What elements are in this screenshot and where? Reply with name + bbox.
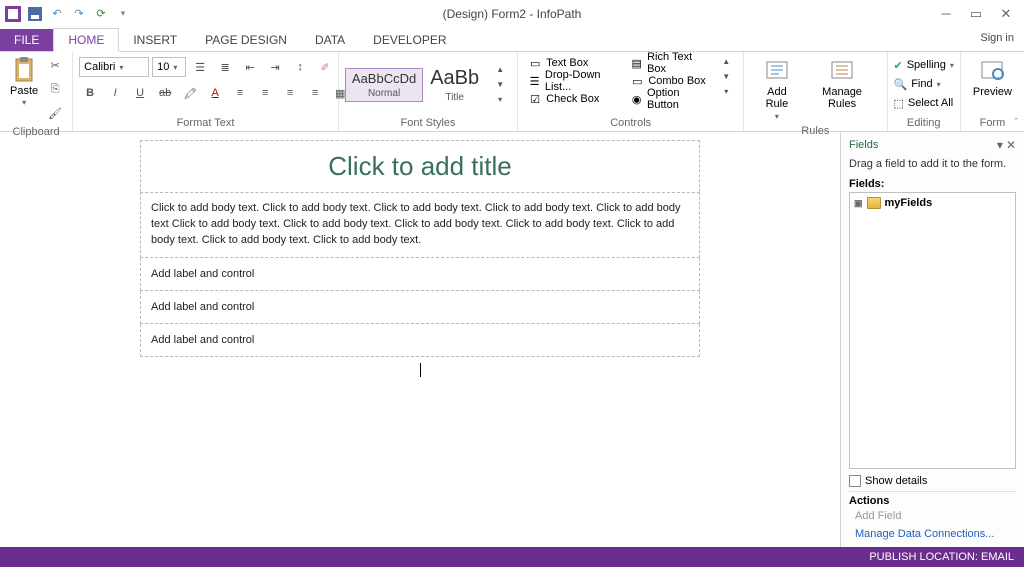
bold-icon[interactable]: B	[79, 82, 101, 104]
folder-icon	[867, 197, 881, 209]
pane-close-icon[interactable]: ✕	[1006, 138, 1016, 152]
format-painter-icon[interactable]: 🖌	[44, 102, 66, 124]
fields-pane-title: Fields	[849, 139, 878, 151]
refresh-icon[interactable]: ⟳	[92, 5, 110, 23]
align-right-icon[interactable]: ≡	[279, 82, 301, 104]
group-controls: ▭Text Box ☰Drop-Down List... ☑Check Box …	[518, 52, 744, 131]
fields-tree[interactable]: ▣ myFields	[849, 192, 1016, 469]
underline-icon[interactable]: U	[129, 82, 151, 104]
paste-button[interactable]: Paste ▾	[6, 54, 42, 109]
show-details-checkbox[interactable]: Show details	[849, 475, 1016, 487]
title-bar: ↶ ↷ ⟳ ▾ (Design) Form2 - InfoPath ─ ▭ ✕	[0, 0, 1024, 28]
control-option-button[interactable]: ◉Option Button	[626, 90, 712, 108]
workspace: Click to add title Click to add body tex…	[0, 132, 1024, 547]
ribbon-tabs: FILE HOME INSERT PAGE DESIGN DATA DEVELO…	[0, 28, 1024, 52]
increase-indent-icon[interactable]: ⇥	[264, 56, 286, 78]
controls-up-icon[interactable]: ▲	[715, 54, 737, 68]
fields-label: Fields:	[849, 178, 1016, 190]
redo-icon[interactable]: ↷	[70, 5, 88, 23]
preview-button[interactable]: Preview	[967, 54, 1018, 100]
control-rich-text[interactable]: ▤Rich Text Box	[626, 54, 712, 72]
controls-more-icon[interactable]: ▾	[715, 84, 737, 98]
styles-down-icon[interactable]: ▼	[489, 78, 511, 92]
status-bar: PUBLISH LOCATION: EMAIL	[0, 547, 1024, 567]
sign-in-link[interactable]: Sign in	[980, 32, 1014, 44]
controls-down-icon[interactable]: ▼	[715, 69, 737, 83]
publish-location: PUBLISH LOCATION: EMAIL	[869, 551, 1014, 563]
form-body-placeholder[interactable]: Click to add body text. Click to add bod…	[140, 192, 700, 258]
align-left-icon[interactable]: ≡	[229, 82, 251, 104]
styles-up-icon[interactable]: ▲	[489, 63, 511, 77]
group-format-text: Calibri▾ 10▾ ☰ ≣ ⇤ ⇥ ↕ ✐ B I U ab 🖍 A ≡ …	[73, 52, 339, 131]
find-button[interactable]: 🔍Find▾	[894, 75, 941, 93]
font-size-combo[interactable]: 10▾	[152, 57, 186, 77]
group-rules: Add Rule▾ Manage Rules Rules	[744, 52, 887, 131]
italic-icon[interactable]: I	[104, 82, 126, 104]
design-canvas[interactable]: Click to add title Click to add body tex…	[0, 132, 840, 547]
bullets-icon[interactable]: ☰	[189, 56, 211, 78]
group-label: Font Styles	[345, 115, 511, 131]
control-drop-down[interactable]: ☰Drop-Down List...	[524, 72, 626, 90]
fields-pane-hint: Drag a field to add it to the form.	[849, 158, 1016, 170]
strikethrough-icon[interactable]: ab	[154, 82, 176, 104]
tab-data[interactable]: DATA	[301, 29, 359, 51]
group-editing: ✔Spelling▾ 🔍Find▾ ⬚Select All Editing	[888, 52, 961, 131]
copy-icon[interactable]: ⎘	[44, 78, 66, 100]
styles-more-icon[interactable]: ▾	[489, 93, 511, 107]
tab-developer[interactable]: DEVELOPER	[359, 29, 460, 51]
align-center-icon[interactable]: ≡	[254, 82, 276, 104]
spelling-button[interactable]: ✔Spelling▾	[894, 56, 954, 74]
cut-icon[interactable]: ✂	[44, 54, 66, 76]
text-cursor	[420, 363, 421, 377]
undo-icon[interactable]: ↶	[48, 5, 66, 23]
tab-home[interactable]: HOME	[53, 28, 119, 52]
style-normal[interactable]: AaBbCcDd Normal	[345, 68, 423, 102]
save-icon[interactable]	[26, 5, 44, 23]
style-title[interactable]: AaBb Title	[423, 64, 486, 106]
numbering-icon[interactable]: ≣	[214, 56, 236, 78]
clear-format-icon[interactable]: ✐	[314, 56, 336, 78]
group-label: Format Text	[79, 115, 332, 131]
app-icon	[4, 5, 22, 23]
decrease-indent-icon[interactable]: ⇤	[239, 56, 261, 78]
form-page: Click to add title Click to add body tex…	[140, 140, 700, 547]
close-button[interactable]: ✕	[992, 4, 1020, 24]
window-title: (Design) Form2 - InfoPath	[0, 7, 1024, 21]
select-all-button[interactable]: ⬚Select All	[894, 94, 954, 112]
qat-dropdown-icon[interactable]: ▾	[114, 5, 132, 23]
actions-heading: Actions	[849, 491, 1016, 507]
group-label: Controls	[524, 115, 737, 131]
restore-button[interactable]: ▭	[962, 4, 990, 24]
control-check-box[interactable]: ☑Check Box	[524, 90, 626, 108]
line-spacing-icon[interactable]: ↕	[289, 56, 311, 78]
highlight-icon[interactable]: 🖍	[179, 82, 201, 104]
manage-connections-link[interactable]: Manage Data Connections...	[849, 525, 1016, 543]
add-field-link: Add Field	[849, 507, 1016, 525]
group-font-styles: AaBbCcDd Normal AaBb Title ▲ ▼ ▾ Font St…	[339, 52, 518, 131]
paste-label: Paste	[10, 85, 38, 97]
form-row-1[interactable]: Add label and control	[140, 258, 700, 291]
pane-dropdown-icon[interactable]: ▾	[997, 138, 1003, 152]
group-clipboard: Paste ▾ ✂ ⎘ 🖌 Clipboard	[0, 52, 73, 131]
form-row-3[interactable]: Add label and control	[140, 324, 700, 357]
form-row-2[interactable]: Add label and control	[140, 291, 700, 324]
font-color-icon[interactable]: A	[204, 82, 226, 104]
add-rule-button[interactable]: Add Rule▾	[750, 54, 803, 123]
group-label: Editing	[894, 115, 954, 131]
tab-insert[interactable]: INSERT	[119, 29, 191, 51]
tree-root[interactable]: ▣ myFields	[854, 197, 1011, 209]
fields-pane: Fields ▾ ✕ Drag a field to add it to the…	[840, 132, 1024, 547]
manage-rules-button[interactable]: Manage Rules	[804, 54, 881, 112]
group-label: Form	[967, 115, 1018, 131]
minimize-button[interactable]: ─	[932, 4, 960, 24]
ribbon: Paste ▾ ✂ ⎘ 🖌 Clipboard Calibri▾ 10▾ ☰ ≣…	[0, 52, 1024, 132]
tab-page-design[interactable]: PAGE DESIGN	[191, 29, 301, 51]
font-combo[interactable]: Calibri▾	[79, 57, 149, 77]
form-title-placeholder[interactable]: Click to add title	[140, 140, 700, 192]
collapse-ribbon-icon[interactable]: ˆ	[1014, 117, 1018, 129]
justify-icon[interactable]: ≡	[304, 82, 326, 104]
tab-file[interactable]: FILE	[0, 29, 53, 51]
